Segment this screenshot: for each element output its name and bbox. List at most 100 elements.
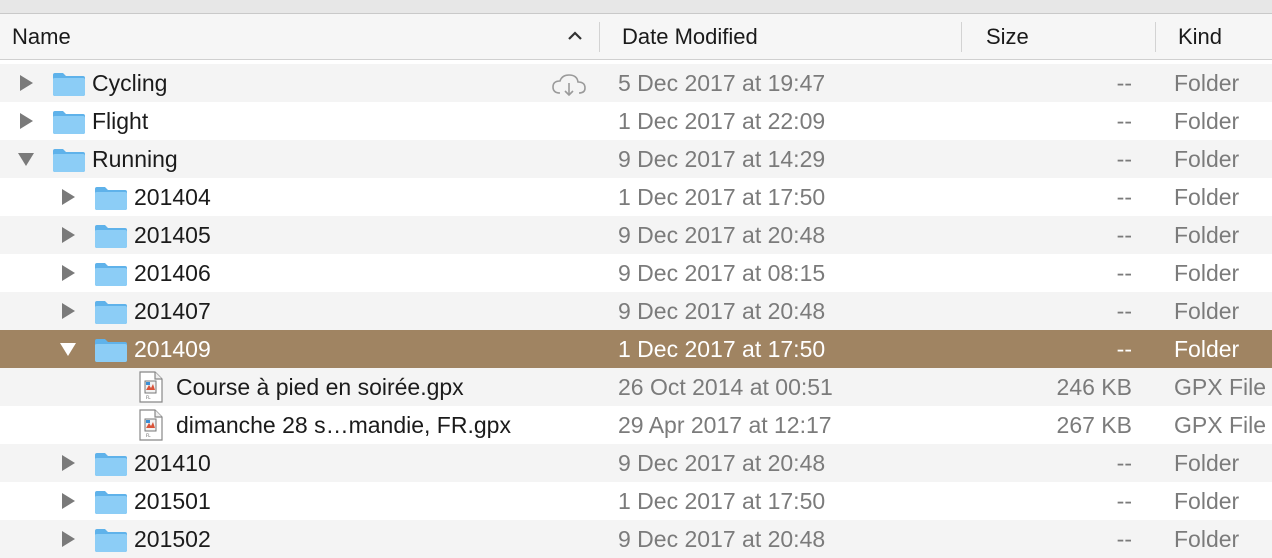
folder-icon <box>94 298 128 324</box>
item-name: 201404 <box>134 184 211 210</box>
item-name: Cycling <box>92 70 168 96</box>
date-modified: 26 Oct 2014 at 00:51 <box>618 374 833 400</box>
file-size: -- <box>1116 184 1132 210</box>
folder-icon <box>94 526 128 552</box>
column-header-name-label: Name <box>12 24 71 49</box>
item-name: 201406 <box>134 260 211 286</box>
disclosure-right-icon[interactable] <box>57 520 77 558</box>
folder-row[interactable]: 201407 9 Dec 2017 at 20:48 -- Folder <box>0 292 1272 330</box>
date-modified: 1 Dec 2017 at 22:09 <box>618 108 826 134</box>
file-size: -- <box>1116 298 1132 324</box>
file-row[interactable]: FL dimanche 28 s…mandie, FR.gpx 29 Apr 201… <box>0 406 1272 444</box>
item-name: 201407 <box>134 298 211 324</box>
date-modified: 9 Dec 2017 at 20:48 <box>618 526 826 552</box>
folder-row[interactable]: 201501 1 Dec 2017 at 17:50 -- Folder <box>0 482 1272 520</box>
folder-row[interactable]: 201410 9 Dec 2017 at 20:48 -- Folder <box>0 444 1272 482</box>
folder-icon <box>94 222 128 248</box>
folder-row[interactable]: 201406 9 Dec 2017 at 08:15 -- Folder <box>0 254 1272 292</box>
folder-row[interactable]: Running 9 Dec 2017 at 14:29 -- Folder <box>0 140 1272 178</box>
icloud-download-icon[interactable] <box>550 71 588 97</box>
column-header-bar: Name Date Modified Size Kind <box>0 14 1272 60</box>
file-list: Cycling 5 Dec 2017 at 19:47 -- Folder Flight… <box>0 64 1272 558</box>
file-size: -- <box>1116 222 1132 248</box>
disclosure-right-icon[interactable] <box>57 444 77 482</box>
file-kind: Folder <box>1174 298 1240 324</box>
date-modified: 9 Dec 2017 at 20:48 <box>618 222 826 248</box>
finder-list-view: Name Date Modified Size Kind Cycling 5 De… <box>0 0 1272 558</box>
column-header-size[interactable]: Size <box>986 14 1146 59</box>
column-header-date-label: Date Modified <box>622 24 758 49</box>
folder-icon <box>52 146 86 172</box>
column-header-kind-label: Kind <box>1178 24 1223 49</box>
disclosure-right-icon[interactable] <box>57 292 77 330</box>
file-kind: Folder <box>1174 260 1240 286</box>
disclosure-right-icon[interactable] <box>15 102 35 140</box>
folder-row[interactable]: 201502 9 Dec 2017 at 20:48 -- Folder <box>0 520 1272 558</box>
column-header-date[interactable]: Date Modified <box>622 14 952 59</box>
column-divider[interactable] <box>1155 22 1156 52</box>
file-kind: Folder <box>1174 526 1240 552</box>
folder-icon <box>94 450 128 476</box>
file-kind: GPX File <box>1174 374 1267 400</box>
item-name: Running <box>92 146 178 172</box>
date-modified: 9 Dec 2017 at 08:15 <box>618 260 826 286</box>
disclosure-down-icon[interactable] <box>15 140 35 178</box>
item-name: 201410 <box>134 450 211 476</box>
folder-icon <box>94 184 128 210</box>
window-top-strip <box>0 0 1272 14</box>
folder-icon <box>94 488 128 514</box>
disclosure-right-icon[interactable] <box>57 254 77 292</box>
file-size: -- <box>1116 146 1132 172</box>
file-kind: Folder <box>1174 450 1240 476</box>
gpx-document-icon: FL <box>138 409 164 441</box>
file-size: -- <box>1116 450 1132 476</box>
gpx-document-icon: FL <box>138 371 164 403</box>
file-size: -- <box>1116 108 1132 134</box>
file-kind: Folder <box>1174 488 1240 514</box>
folder-row[interactable]: Flight 1 Dec 2017 at 22:09 -- Folder <box>0 102 1272 140</box>
file-size: 246 KB <box>1056 374 1132 400</box>
file-kind: Folder <box>1174 146 1240 172</box>
folder-row[interactable]: 201405 9 Dec 2017 at 20:48 -- Folder <box>0 216 1272 254</box>
date-modified: 1 Dec 2017 at 17:50 <box>618 184 826 210</box>
date-modified: 1 Dec 2017 at 17:50 <box>618 336 826 362</box>
file-size: 267 KB <box>1056 412 1132 438</box>
folder-row[interactable]: 201404 1 Dec 2017 at 17:50 -- Folder <box>0 178 1272 216</box>
column-header-kind[interactable]: Kind <box>1178 14 1268 59</box>
date-modified: 9 Dec 2017 at 20:48 <box>618 298 826 324</box>
sort-ascending-icon[interactable] <box>566 29 584 43</box>
column-header-name[interactable]: Name <box>12 14 592 59</box>
file-size: -- <box>1116 260 1132 286</box>
file-size: -- <box>1116 70 1132 96</box>
folder-icon <box>94 260 128 286</box>
item-name: 201502 <box>134 526 211 552</box>
date-modified: 29 Apr 2017 at 12:17 <box>618 412 832 438</box>
item-name: 201405 <box>134 222 211 248</box>
file-row[interactable]: FL Course à pied en soirée.gpx 26 Oct 2014… <box>0 368 1272 406</box>
svg-text:FL: FL <box>146 433 151 438</box>
file-kind: Folder <box>1174 222 1240 248</box>
date-modified: 9 Dec 2017 at 20:48 <box>618 450 826 476</box>
item-name: dimanche 28 s…mandie, FR.gpx <box>176 412 511 438</box>
disclosure-right-icon[interactable] <box>15 64 35 102</box>
disclosure-right-icon[interactable] <box>57 178 77 216</box>
disclosure-right-icon[interactable] <box>57 482 77 520</box>
file-size: -- <box>1116 336 1132 362</box>
folder-row[interactable]: Cycling 5 Dec 2017 at 19:47 -- Folder <box>0 64 1272 102</box>
folder-icon <box>52 70 86 96</box>
disclosure-down-icon[interactable] <box>57 330 77 368</box>
file-size: -- <box>1116 488 1132 514</box>
file-kind: Folder <box>1174 108 1240 134</box>
svg-text:FL: FL <box>146 395 151 400</box>
file-kind: GPX File <box>1174 412 1267 438</box>
item-name: Course à pied en soirée.gpx <box>176 374 464 400</box>
column-divider[interactable] <box>599 22 600 52</box>
date-modified: 5 Dec 2017 at 19:47 <box>618 70 826 96</box>
file-kind: Folder <box>1174 70 1240 96</box>
folder-row[interactable]: 201409 1 Dec 2017 at 17:50 -- Folder <box>0 330 1272 368</box>
date-modified: 1 Dec 2017 at 17:50 <box>618 488 826 514</box>
item-name: Flight <box>92 108 149 134</box>
file-kind: Folder <box>1174 336 1240 362</box>
disclosure-right-icon[interactable] <box>57 216 77 254</box>
column-divider[interactable] <box>961 22 962 52</box>
